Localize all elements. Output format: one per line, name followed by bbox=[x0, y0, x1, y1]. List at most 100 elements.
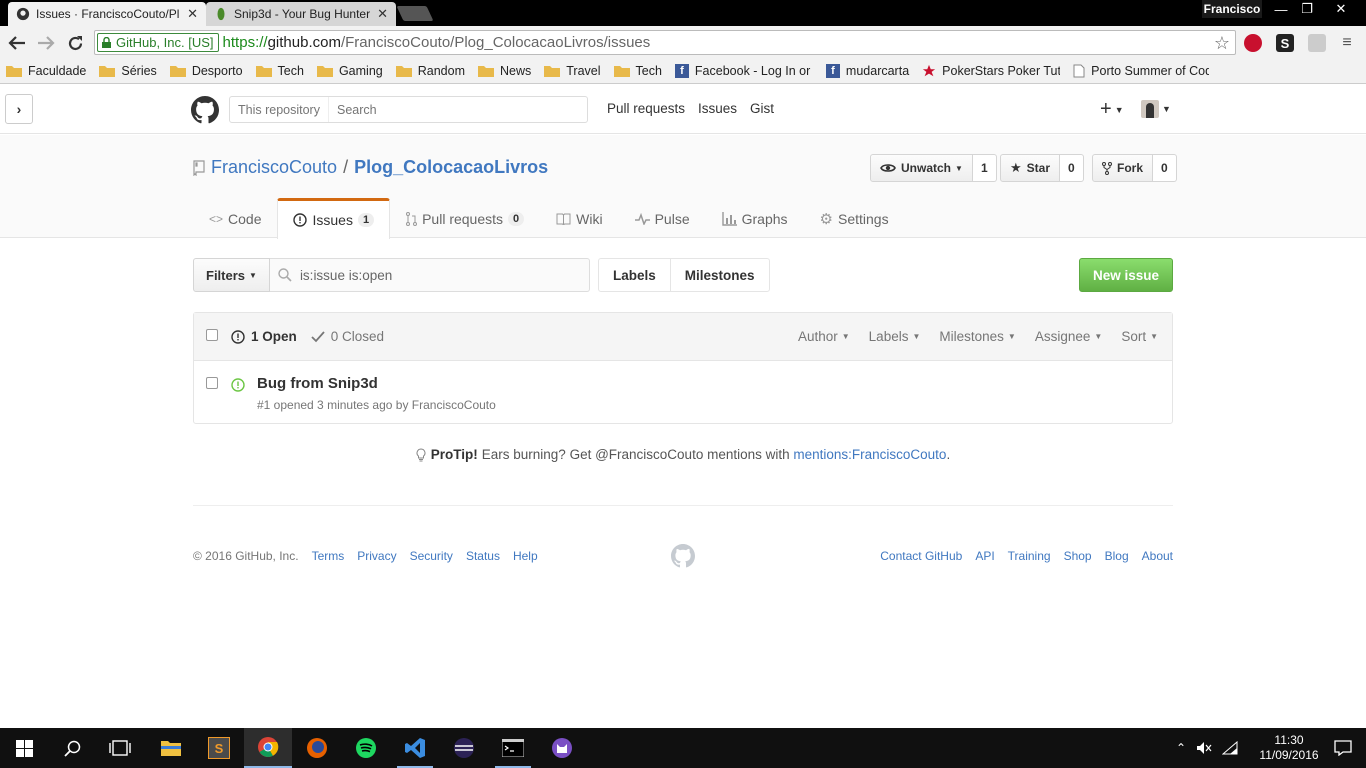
action-center-icon[interactable] bbox=[1334, 740, 1352, 756]
system-clock[interactable]: 11:30 11/09/2016 bbox=[1252, 733, 1326, 763]
labels-link[interactable]: Labels bbox=[599, 259, 670, 291]
eclipse-icon[interactable] bbox=[440, 728, 488, 768]
issue-filter-field[interactable] bbox=[269, 258, 590, 292]
repo-owner-link[interactable]: FranciscoCouto bbox=[211, 157, 337, 178]
windows-start-icon[interactable] bbox=[0, 728, 48, 768]
forward-arrow-icon[interactable] bbox=[35, 32, 57, 54]
select-all-checkbox[interactable] bbox=[206, 329, 218, 341]
footer-link-contact[interactable]: Contact GitHub bbox=[880, 549, 962, 563]
tab-pulse[interactable]: Pulse bbox=[619, 198, 706, 238]
issue-title-link[interactable]: Bug from Snip3d bbox=[257, 375, 378, 392]
footer-link-status[interactable]: Status bbox=[466, 549, 500, 563]
bookmark-item[interactable]: PokerStars Poker Tuto bbox=[922, 64, 1060, 78]
footer-link-shop[interactable]: Shop bbox=[1064, 549, 1092, 563]
bookmark-star-icon[interactable]: ☆ bbox=[1214, 33, 1230, 54]
visual-studio-icon[interactable] bbox=[391, 728, 439, 768]
close-window-icon[interactable]: ✕ bbox=[1326, 0, 1356, 18]
header-search[interactable]: This repository bbox=[229, 96, 588, 123]
forks-count[interactable]: 0 bbox=[1153, 154, 1177, 182]
sidebar-toggle-chevron-icon[interactable]: › bbox=[5, 94, 33, 124]
bookmark-item[interactable]: News bbox=[477, 64, 531, 78]
filters-button[interactable]: Filters ▼ bbox=[193, 258, 270, 292]
new-tab-button[interactable] bbox=[396, 6, 434, 21]
footer-link-privacy[interactable]: Privacy bbox=[357, 549, 396, 563]
address-bar[interactable]: GitHub, Inc. [US] https://github.com/Fra… bbox=[94, 30, 1236, 55]
bookmark-item[interactable]: f mudarcarta bbox=[825, 64, 909, 78]
footer-link-help[interactable]: Help bbox=[513, 549, 538, 563]
bookmark-item[interactable]: Tech bbox=[255, 64, 304, 78]
s-extension-icon[interactable]: S bbox=[1276, 34, 1294, 52]
header-nav-gist[interactable]: Gist bbox=[750, 101, 774, 116]
labels-filter[interactable]: Labels ▼ bbox=[869, 329, 921, 344]
author-filter[interactable]: Author ▼ bbox=[798, 329, 850, 344]
bookmark-item[interactable]: Travel bbox=[544, 64, 601, 78]
fork-button[interactable]: Fork bbox=[1092, 154, 1154, 182]
tab-issues[interactable]: Issues 1 bbox=[277, 198, 391, 239]
browser-tab-issues[interactable]: Issues · FranciscoCouto/Pl ✕ bbox=[8, 2, 206, 26]
footer-link-about[interactable]: About bbox=[1142, 549, 1173, 563]
reload-icon[interactable] bbox=[64, 32, 86, 54]
github-logo-icon[interactable] bbox=[191, 96, 219, 124]
bookmark-item[interactable]: Gaming bbox=[316, 64, 383, 78]
issue-checkbox[interactable] bbox=[206, 377, 218, 389]
browser-tab-snip3d[interactable]: Snip3d - Your Bug Hunter ✕ bbox=[206, 2, 396, 26]
ev-certificate-badge[interactable]: GitHub, Inc. [US] bbox=[97, 33, 219, 52]
create-new-menu[interactable]: + ▼ bbox=[1100, 98, 1124, 121]
unwatch-button[interactable]: Unwatch ▼ bbox=[870, 154, 973, 182]
bookmark-item[interactable]: Tech bbox=[613, 64, 662, 78]
milestones-link[interactable]: Milestones bbox=[669, 259, 769, 291]
stargazers-count[interactable]: 0 bbox=[1060, 154, 1084, 182]
chevron-up-icon[interactable]: ⌃ bbox=[1176, 741, 1186, 755]
milestones-filter[interactable]: Milestones ▼ bbox=[939, 329, 1015, 344]
sublime-text-icon[interactable]: S bbox=[195, 728, 243, 768]
open-issues-link[interactable]: 1 Open bbox=[231, 329, 297, 344]
back-arrow-icon[interactable] bbox=[6, 32, 28, 54]
tab-settings[interactable]: ⚙ Settings bbox=[804, 198, 905, 238]
issue-filter-input[interactable] bbox=[299, 267, 477, 283]
bookmark-item[interactable]: Faculdade bbox=[6, 64, 86, 78]
github-mark-icon[interactable] bbox=[671, 544, 695, 568]
firefox-icon[interactable] bbox=[293, 728, 341, 768]
repo-name-link[interactable]: Plog_ColocacaoLivros bbox=[354, 157, 548, 178]
wifi-icon[interactable] bbox=[1222, 741, 1238, 755]
tab-wiki[interactable]: Wiki bbox=[540, 198, 618, 238]
new-issue-button[interactable]: New issue bbox=[1078, 258, 1173, 292]
assignee-filter[interactable]: Assignee ▼ bbox=[1035, 329, 1102, 344]
tab-graphs[interactable]: Graphs bbox=[706, 198, 804, 238]
cat-app-icon[interactable] bbox=[538, 728, 586, 768]
header-nav-pull-requests[interactable]: Pull requests bbox=[607, 101, 685, 116]
footer-link-blog[interactable]: Blog bbox=[1105, 549, 1129, 563]
footer-link-terms[interactable]: Terms bbox=[312, 549, 345, 563]
task-view-icon[interactable] bbox=[96, 728, 144, 768]
user-menu[interactable]: ▼ bbox=[1141, 100, 1171, 118]
bookmark-item[interactable]: Random bbox=[395, 64, 465, 78]
tab-pull-requests[interactable]: Pull requests 0 bbox=[390, 198, 540, 238]
command-prompt-icon[interactable] bbox=[489, 728, 537, 768]
search-icon[interactable] bbox=[48, 728, 96, 768]
close-icon[interactable]: ✕ bbox=[187, 6, 198, 22]
sort-filter[interactable]: Sort ▼ bbox=[1121, 329, 1158, 344]
mentions-link[interactable]: mentions:FranciscoCouto bbox=[793, 447, 946, 462]
footer-link-training[interactable]: Training bbox=[1008, 549, 1051, 563]
chrome-menu-icon[interactable]: ≡ bbox=[1336, 32, 1358, 54]
star-button[interactable]: ★ Star bbox=[1000, 154, 1060, 182]
bookmark-item[interactable]: f Facebook - Log In or S bbox=[674, 64, 813, 78]
chrome-taskbar-icon[interactable] bbox=[244, 728, 292, 768]
close-icon[interactable]: ✕ bbox=[377, 6, 388, 22]
bookmark-item[interactable]: Porto Summer of Cod bbox=[1073, 64, 1209, 78]
adblock-extension-icon[interactable] bbox=[1244, 34, 1262, 52]
footer-link-security[interactable]: Security bbox=[410, 549, 453, 563]
header-nav-issues[interactable]: Issues bbox=[698, 101, 737, 116]
watchers-count[interactable]: 1 bbox=[972, 154, 997, 182]
bookmark-item[interactable]: Desporto bbox=[169, 64, 243, 78]
spotify-icon[interactable] bbox=[342, 728, 390, 768]
extension-icon[interactable] bbox=[1308, 34, 1326, 52]
volume-muted-icon[interactable] bbox=[1196, 741, 1212, 755]
search-input[interactable] bbox=[328, 97, 587, 122]
file-explorer-icon[interactable] bbox=[147, 728, 195, 768]
tab-code[interactable]: <> Code bbox=[193, 198, 277, 238]
restore-icon[interactable]: ❐ bbox=[1292, 0, 1322, 18]
bookmark-item[interactable]: Séries bbox=[99, 64, 157, 78]
profile-button[interactable]: Francisco bbox=[1202, 0, 1262, 18]
closed-issues-link[interactable]: 0 Closed bbox=[311, 329, 384, 344]
